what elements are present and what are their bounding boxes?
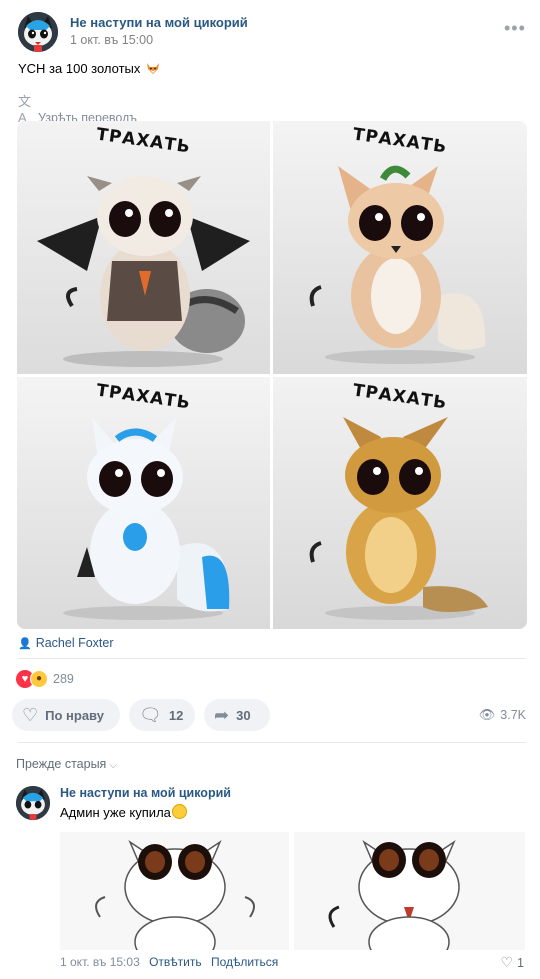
views-counter: 👁 3.7K xyxy=(479,707,526,723)
comments-sort-label: Прежде старыя xyxy=(16,757,107,771)
post-text: YCH за 100 золотых xyxy=(18,61,160,76)
photo-credit[interactable]: 👤 Rachel Foxter xyxy=(18,636,114,650)
comment-text-content: Админ уже купила xyxy=(60,805,171,820)
smile-emoji-icon xyxy=(171,804,187,819)
more-horizontal-icon[interactable]: ••• xyxy=(504,19,525,38)
share-arrow-icon: ➦ xyxy=(214,705,230,725)
reactions-count: 289 xyxy=(53,672,74,686)
translate-link[interactable]: 文A Узрѣть переводъ xyxy=(18,91,137,125)
share-comment-button[interactable]: Подѣлиться xyxy=(211,955,278,969)
comment-icon: 🗨 xyxy=(139,705,162,725)
photo-credit-name: Rachel Foxter xyxy=(35,636,114,650)
like-button[interactable]: ♡ По нраву xyxy=(12,699,120,731)
comment-text: Админ уже купила xyxy=(60,804,187,820)
divider xyxy=(18,742,526,743)
like-button-label: По нраву xyxy=(45,707,104,723)
comment-photo-2[interactable] xyxy=(294,832,525,950)
comments-sort[interactable]: Прежде старыя ⌵ xyxy=(16,757,117,771)
translate-icon: 文A xyxy=(18,94,32,125)
post-header: Не наступи на мой цикорий 1 окт. въ 15:0… xyxy=(18,12,528,52)
comment-button[interactable]: 🗨 12 xyxy=(129,699,195,731)
post-photo-2[interactable]: ТРАХАТЬ xyxy=(273,121,527,374)
divider xyxy=(18,658,526,659)
chevron-down-icon: ⌵ xyxy=(109,760,117,771)
user-icon: 👤 xyxy=(18,638,32,650)
post-photo-3[interactable]: ТРАХАТЬ xyxy=(17,377,270,629)
comment-likes-count: 1 xyxy=(517,956,524,970)
shares-count: 30 xyxy=(236,707,251,723)
heart-outline-icon: ♡ xyxy=(22,705,39,725)
share-button[interactable]: ➦ 30 xyxy=(204,699,270,731)
fox-emoji-icon xyxy=(146,61,160,75)
author-avatar[interactable] xyxy=(18,12,58,52)
post-photo-1[interactable]: ТРАХАТЬ xyxy=(17,121,270,374)
comments-count: 12 xyxy=(168,707,184,723)
views-count: 3.7K xyxy=(500,708,526,722)
comment-author-avatar[interactable] xyxy=(16,786,50,820)
post-photo-gallery: ТРАХАТЬ ТРАХАТЬ ТРАХАТЬ ТРАХАТЬ xyxy=(17,121,527,629)
reply-button[interactable]: Отвѣтить xyxy=(149,955,202,969)
post-text-content: YCH за 100 золотых xyxy=(18,61,141,76)
comment-photo-1[interactable] xyxy=(60,832,289,950)
post-author-name[interactable]: Не наступи на мой цикорий xyxy=(70,15,248,30)
eye-icon: 👁 xyxy=(478,707,496,722)
comment-author-name[interactable]: Не наступи на мой цикорий xyxy=(60,786,231,800)
comment-date[interactable]: 1 окт. въ 15:03 xyxy=(60,955,140,969)
comment-like-button[interactable]: ♡ 1 xyxy=(500,954,524,971)
wow-reaction-icon: ● xyxy=(30,670,48,688)
heart-outline-icon: ♡ xyxy=(500,954,514,970)
comment-meta: 1 окт. въ 15:03 Отвѣтить Подѣлиться xyxy=(60,955,278,969)
post-date[interactable]: 1 окт. въ 15:00 xyxy=(70,33,153,47)
post-photo-4[interactable]: ТРАХАТЬ xyxy=(273,377,527,629)
